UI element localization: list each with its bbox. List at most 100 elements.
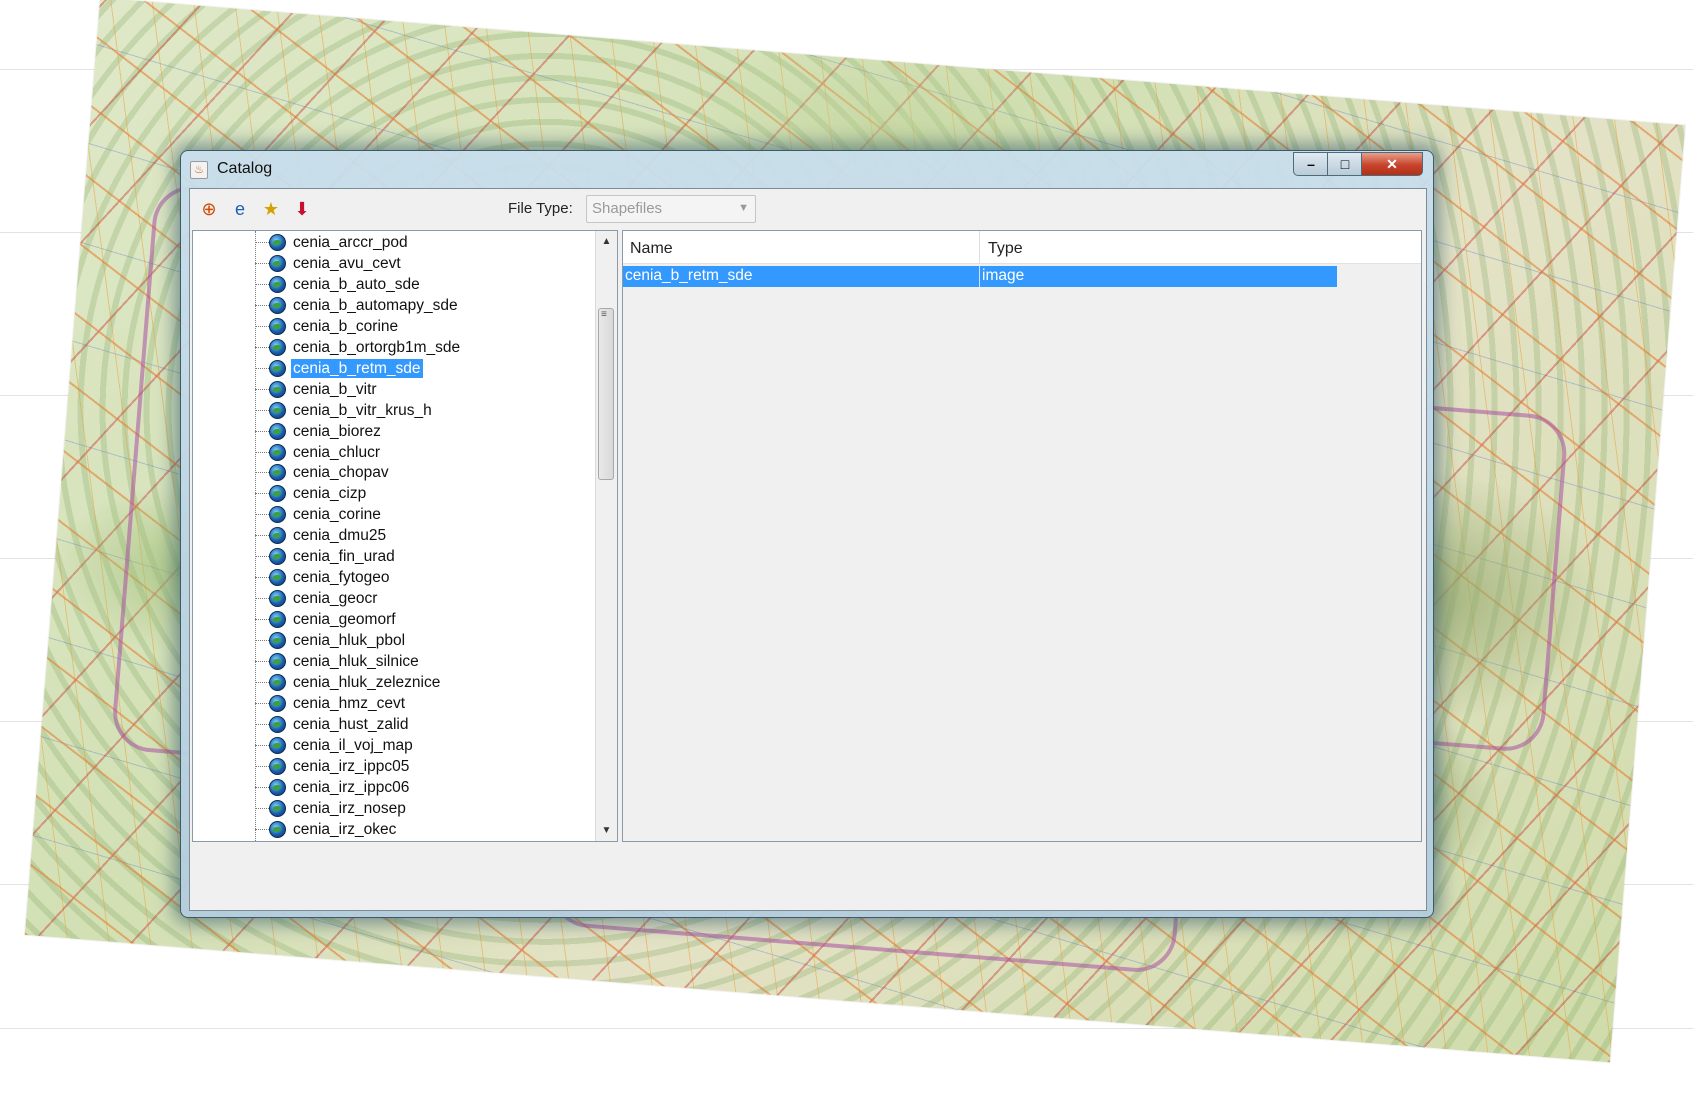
tree-item[interactable]: cenia_irz_okec bbox=[255, 819, 398, 840]
globe-layer-icon bbox=[269, 464, 286, 482]
tree-connector bbox=[255, 493, 269, 495]
close-icon: ✕ bbox=[1386, 156, 1398, 172]
tree-item[interactable]: cenia_irz_nosep bbox=[255, 798, 408, 819]
tree-item-label: cenia_cizp bbox=[293, 485, 367, 503]
tree-item-label: cenia_hust_zalid bbox=[293, 715, 409, 733]
table-row[interactable]: cenia_b_retm_sde image bbox=[623, 266, 1337, 287]
file-type-value: Shapefiles bbox=[592, 200, 663, 217]
column-divider bbox=[979, 266, 980, 287]
tree-item[interactable]: cenia_hust_zalid bbox=[255, 714, 410, 735]
tree-item[interactable]: cenia_corine bbox=[255, 504, 383, 525]
tree-connector bbox=[255, 681, 269, 683]
tree-item[interactable]: cenia_arccr_pod bbox=[255, 232, 410, 253]
tree-item[interactable]: cenia_hmz_cevt bbox=[255, 693, 407, 714]
tree-item[interactable]: cenia_b_automapy_sde bbox=[255, 295, 460, 316]
add-layer-icon[interactable]: ⊕ bbox=[196, 196, 222, 222]
window-titlebar[interactable]: ♨ Catalog – □ ✕ bbox=[181, 151, 1433, 187]
tree-item[interactable]: cenia_b_auto_sde bbox=[255, 274, 422, 295]
close-button[interactable]: ✕ bbox=[1361, 152, 1423, 176]
tree-item[interactable]: cenia_b_corine bbox=[255, 316, 400, 337]
tree-item-label: cenia_b_automapy_sde bbox=[293, 296, 458, 314]
globe-layer-icon bbox=[269, 485, 286, 503]
new-folder-icon[interactable]: ★ bbox=[258, 196, 284, 222]
tree-connector bbox=[255, 723, 269, 725]
tree-connector bbox=[255, 619, 269, 621]
tree-connector bbox=[255, 409, 269, 411]
tree-item[interactable]: cenia_hluk_pbol bbox=[255, 630, 407, 651]
tree-item[interactable]: cenia_fytogeo bbox=[255, 567, 392, 588]
scrollbar-thumb[interactable] bbox=[598, 308, 614, 480]
tree-item[interactable]: cenia_chopav bbox=[255, 462, 391, 483]
tree-item[interactable]: cenia_hluk_silnice bbox=[255, 651, 421, 672]
globe-layer-icon bbox=[269, 673, 286, 691]
globe-layer-icon bbox=[269, 380, 286, 398]
tree-item[interactable]: cenia_avu_cevt bbox=[255, 253, 403, 274]
globe-layer-icon bbox=[269, 296, 286, 314]
chevron-down-icon: ▼ bbox=[738, 202, 749, 214]
tree-item[interactable]: cenia_dmu25 bbox=[255, 525, 388, 546]
tree-item[interactable]: cenia_irz_ippc06 bbox=[255, 777, 411, 798]
tree-item[interactable]: cenia_geomorf bbox=[255, 609, 398, 630]
tree-item-label: cenia_arccr_pod bbox=[293, 234, 408, 251]
tree-item[interactable]: cenia_il_voj_map bbox=[255, 735, 415, 756]
tree-connector bbox=[255, 744, 269, 746]
tree-item-label: cenia_fytogeo bbox=[293, 569, 390, 587]
globe-layer-icon bbox=[269, 778, 286, 796]
globe-layer-icon bbox=[269, 506, 286, 524]
tree-item-label: cenia_geocr bbox=[293, 590, 378, 608]
status-bar bbox=[190, 845, 1426, 869]
layer-table[interactable]: Name Type cenia_b_retm_sde image bbox=[622, 230, 1422, 842]
tree-item[interactable]: cenia_chlucr bbox=[255, 442, 382, 463]
tree-item[interactable]: cenia_b_vitr_krus_h bbox=[255, 400, 434, 421]
tree-item-label: cenia_fin_urad bbox=[293, 548, 395, 566]
tree-connector bbox=[255, 325, 269, 327]
globe-layer-icon bbox=[269, 757, 286, 775]
tree-connector bbox=[255, 661, 269, 662]
tree-connector bbox=[255, 765, 269, 767]
maximize-button[interactable]: □ bbox=[1327, 152, 1363, 176]
tree-item[interactable]: cenia_biorez bbox=[255, 421, 383, 442]
globe-layer-icon bbox=[269, 338, 286, 356]
tree-item[interactable]: cenia_hluk_zeleznice bbox=[255, 672, 442, 693]
minimize-icon: – bbox=[1307, 156, 1315, 172]
cell-type: image bbox=[982, 267, 1025, 284]
tree-item-label: cenia_hluk_pbol bbox=[293, 632, 406, 650]
export-icon[interactable]: ⬇ bbox=[289, 196, 315, 222]
tree-item-label: cenia_irz_ippc06 bbox=[293, 778, 410, 796]
globe-layer-icon bbox=[269, 611, 286, 629]
tree-item[interactable]: cenia_b_retm_sde bbox=[255, 358, 423, 379]
tree-item[interactable]: cenia_b_ortorgb1m_sde bbox=[255, 337, 462, 358]
scroll-down-arrow-icon[interactable]: ▼ bbox=[596, 820, 617, 841]
tree-item[interactable]: cenia_b_vitr bbox=[255, 379, 379, 400]
tree-item-label: cenia_hluk_silnice bbox=[293, 653, 419, 670]
tree-scrollbar[interactable]: ▲ ≡ ▼ bbox=[595, 231, 617, 841]
tree-item-label: cenia_b_corine bbox=[293, 317, 399, 335]
tree-item[interactable]: cenia_geocr bbox=[255, 588, 379, 609]
tree-connector bbox=[255, 346, 269, 348]
globe-layer-icon bbox=[269, 254, 286, 272]
globe-layer-icon bbox=[269, 234, 286, 251]
tree-item-label: cenia_geomorf bbox=[293, 611, 396, 629]
tree-connector bbox=[255, 283, 269, 285]
tree-item-label: cenia_irz_okec bbox=[293, 820, 397, 838]
globe-layer-icon bbox=[269, 422, 286, 440]
column-header-type[interactable]: Type bbox=[988, 240, 1023, 258]
tree-item[interactable]: cenia_fin_urad bbox=[255, 546, 397, 567]
column-header-name[interactable]: Name bbox=[630, 240, 673, 258]
globe-layer-icon bbox=[269, 715, 286, 733]
tree-item[interactable]: cenia_cizp bbox=[255, 483, 368, 504]
globe-layer-icon bbox=[269, 401, 286, 419]
tree-connector bbox=[255, 514, 269, 516]
globe-layer-icon bbox=[269, 694, 286, 712]
minimize-button[interactable]: – bbox=[1293, 152, 1329, 176]
catalog-tree[interactable]: cenia_arccr_pod cenia_avu_cevt cenia_b_aut… bbox=[192, 230, 618, 842]
tree-item[interactable]: cenia_irz_ippc05 bbox=[255, 756, 411, 777]
tree-connector bbox=[255, 828, 269, 830]
file-type-dropdown[interactable]: Shapefiles ▼ bbox=[586, 195, 756, 223]
tree-item-label: cenia_chopav bbox=[293, 464, 389, 482]
window-title: Catalog bbox=[217, 160, 273, 177]
tree-item-label: cenia_b_vitr bbox=[293, 380, 377, 398]
catalog-window: ♨ Catalog – □ ✕ ⊕ e ★ ⬇ File Type: Shapefil… bbox=[180, 150, 1434, 918]
web-service-icon[interactable]: e bbox=[227, 196, 253, 222]
scroll-up-arrow-icon[interactable]: ▲ bbox=[596, 231, 617, 252]
